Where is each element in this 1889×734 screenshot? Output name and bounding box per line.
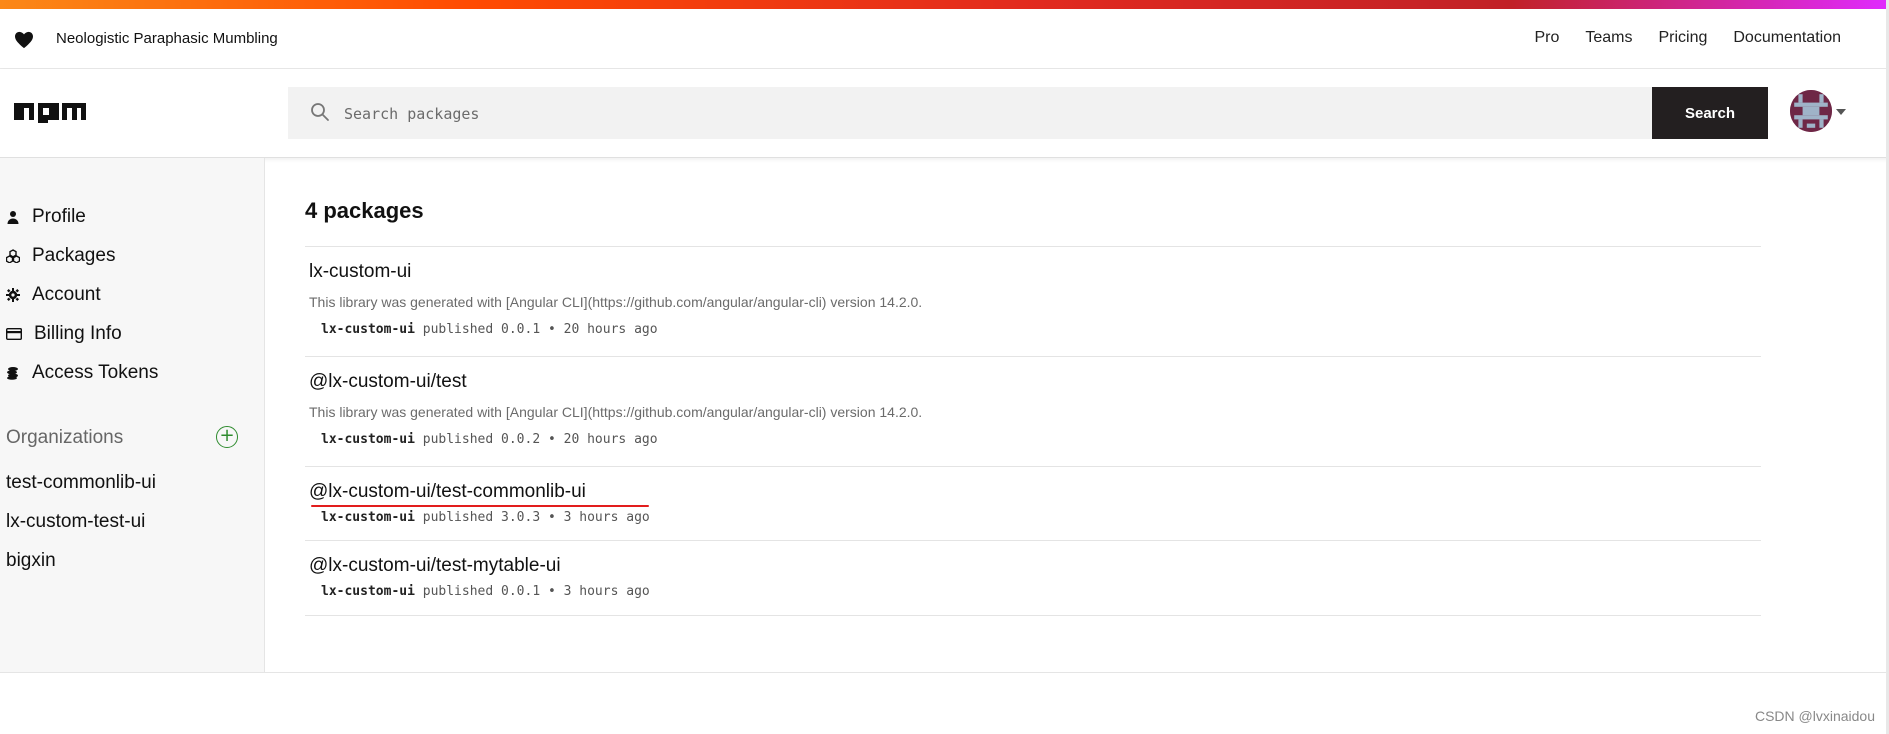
- organizations-heading: Organizations: [6, 427, 124, 448]
- nav-link-pro[interactable]: Pro: [1534, 29, 1559, 47]
- sidebar-item-billing-info[interactable]: Billing Info: [6, 323, 122, 345]
- package-list-item: lx-custom-ui This library was generated …: [305, 246, 1761, 357]
- avatar-pattern-icon: [1790, 90, 1832, 132]
- package-published-info: published 0.0.2 • 20 hours ago: [422, 432, 658, 447]
- search-icon: [311, 103, 329, 121]
- package-list-item: @lx-custom-ui/test-mytable-ui lx-custom-…: [305, 540, 1761, 616]
- coins-icon: [7, 367, 18, 380]
- sidebar-item-label: Profile: [32, 206, 86, 227]
- package-meta: lx-custom-ui published 3.0.3 • 3 hours a…: [321, 510, 650, 525]
- organization-link[interactable]: lx-custom-test-ui: [6, 511, 145, 533]
- footer-divider: [0, 672, 1889, 673]
- main-header: npm Search: [0, 69, 1889, 158]
- package-publisher-link[interactable]: lx-custom-ui: [321, 432, 415, 447]
- package-description: This library was generated with [Angular…: [309, 294, 923, 310]
- packages-icon: [6, 249, 20, 263]
- user-icon: [7, 211, 19, 224]
- package-name-link[interactable]: lx-custom-ui: [309, 261, 411, 283]
- top-nav-links: Pro Teams Pricing Documentation: [1534, 29, 1841, 47]
- sidebar-item-label: Access Tokens: [32, 362, 159, 383]
- watermark-text: CSDN @lvxinaidou: [1754, 708, 1875, 724]
- sidebar-item-label: Packages: [32, 245, 116, 266]
- package-name-link[interactable]: @lx-custom-ui/test-commonlib-ui: [309, 481, 586, 503]
- sidebar-item-packages[interactable]: Packages: [6, 245, 115, 267]
- package-meta: lx-custom-ui published 0.0.1 • 20 hours …: [321, 322, 658, 337]
- package-publisher-link[interactable]: lx-custom-ui: [321, 322, 415, 337]
- package-published-info: published 0.0.1 • 20 hours ago: [422, 322, 658, 337]
- search-button[interactable]: Search: [1652, 87, 1768, 139]
- package-publisher-link[interactable]: lx-custom-ui: [321, 584, 415, 599]
- package-list-item: @lx-custom-ui/test-commonlib-ui lx-custo…: [305, 466, 1761, 541]
- search-box: [288, 87, 1652, 141]
- package-list-item: @lx-custom-ui/test This library was gene…: [305, 356, 1761, 467]
- organization-link[interactable]: test-commonlib-ui: [6, 472, 156, 494]
- brand-gradient-bar: [0, 0, 1889, 9]
- heart-icon[interactable]: [14, 31, 34, 49]
- nav-link-documentation[interactable]: Documentation: [1733, 29, 1841, 47]
- package-meta: lx-custom-ui published 0.0.2 • 20 hours …: [321, 432, 658, 447]
- avatar[interactable]: [1790, 90, 1832, 132]
- sidebar-item-access-tokens[interactable]: Access Tokens: [6, 362, 158, 384]
- package-published-info: published 0.0.1 • 3 hours ago: [422, 584, 650, 599]
- organization-link[interactable]: bigxin: [6, 550, 56, 572]
- search-input[interactable]: [342, 87, 1626, 141]
- sidebar-item-label: Account: [32, 284, 101, 305]
- sidebar-item-account[interactable]: Account: [6, 284, 101, 306]
- package-publisher-link[interactable]: lx-custom-ui: [321, 510, 415, 525]
- sidebar-item-profile[interactable]: Profile: [6, 206, 86, 228]
- chevron-down-icon[interactable]: [1836, 109, 1846, 115]
- sidebar-item-label: Billing Info: [34, 323, 122, 344]
- sidebar: Profile Packages Account Billing Info Ac…: [0, 158, 265, 672]
- nav-link-pricing[interactable]: Pricing: [1658, 29, 1707, 47]
- nav-link-teams[interactable]: Teams: [1585, 29, 1632, 47]
- add-organization-button[interactable]: +: [216, 426, 238, 448]
- package-published-info: published 3.0.3 • 3 hours ago: [422, 510, 650, 525]
- gear-icon: [6, 288, 20, 302]
- package-description: This library was generated with [Angular…: [309, 404, 923, 420]
- credit-card-icon: [6, 328, 22, 340]
- red-annotation-underline: [311, 505, 649, 507]
- site-tagline[interactable]: Neologistic Paraphasic Mumbling: [56, 30, 278, 47]
- top-navigation: Neologistic Paraphasic Mumbling Pro Team…: [0, 9, 1889, 69]
- package-count-heading: 4 packages: [305, 198, 424, 223]
- package-meta: lx-custom-ui published 0.0.1 • 3 hours a…: [321, 584, 650, 599]
- package-name-link[interactable]: @lx-custom-ui/test: [309, 371, 467, 393]
- npm-logo[interactable]: npm: [14, 103, 86, 123]
- package-name-link[interactable]: @lx-custom-ui/test-mytable-ui: [309, 555, 561, 577]
